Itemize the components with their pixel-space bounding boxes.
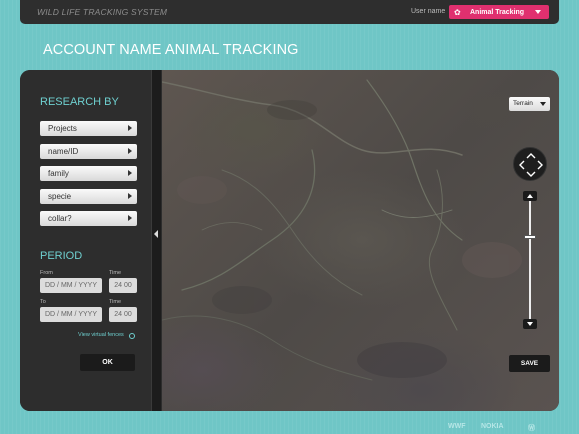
user-name-label: User name [411,8,446,15]
sidebar-collapse-handle[interactable] [151,70,161,411]
filter-projects-button[interactable]: Projects [40,121,137,136]
view-virtual-fences-link[interactable]: View virtual fences [78,332,124,338]
filter-collar-button[interactable]: collar? [40,211,137,226]
map-pan-control[interactable] [513,147,547,181]
user-account-select[interactable]: ✿ Animal Tracking [449,5,549,19]
zoom-slider[interactable] [523,191,537,329]
top-bar: WILD LIFE TRACKING SYSTEM User name ✿ An… [20,0,559,24]
nokia-logo: NOKIA [481,423,504,430]
filter-label: collar? [48,214,72,223]
chevron-right-icon [128,148,132,154]
arrow-down-icon [527,322,533,326]
time-to-field[interactable]: 24 00 [109,307,137,322]
user-select-value: Animal Tracking [470,8,525,16]
sidebar: RESEARCH BY Projects name/ID family spec… [20,70,151,411]
time-from-field[interactable]: 24 00 [109,278,137,293]
arrow-up-icon [527,194,533,198]
chevron-down-icon [540,102,546,106]
radio-circle-icon[interactable] [129,333,135,339]
terrain-texture [162,79,522,381]
partner-logo: Ⓦ [528,425,535,432]
filter-specie-button[interactable]: specie [40,189,137,204]
to-label: To [40,299,46,305]
chevron-right-icon [128,193,132,199]
filter-label: specie [48,192,72,201]
filter-label: name/ID [48,147,79,156]
zoom-track-bar [529,201,531,319]
time-from-label: Time [109,270,122,276]
ok-button[interactable]: OK [80,354,135,371]
chevron-right-icon [128,170,132,176]
app-title: WILD LIFE TRACKING SYSTEM [37,7,168,17]
zoom-in-button[interactable] [523,191,537,201]
chevron-right-icon [128,125,132,131]
period-title: PERIOD [40,250,83,262]
date-from-field[interactable]: DD / MM / YYYY [40,278,102,293]
filter-label: Projects [48,124,77,133]
zoom-slider-handle[interactable] [524,235,536,239]
satellite-map[interactable]: Terrain SAVE [162,70,559,411]
zoom-out-button[interactable] [523,319,537,329]
paw-icon: ✿ [454,7,461,17]
map-type-value: Terrain [513,100,533,107]
chevron-right-icon [128,215,132,221]
research-by-title: RESEARCH BY [40,96,119,108]
filter-label: family [48,169,69,178]
filter-family-button[interactable]: family [40,166,137,181]
save-button[interactable]: SAVE [509,355,550,372]
pan-arrows-icon [519,153,543,177]
chevron-left-icon [154,230,158,238]
main-panel: RESEARCH BY Projects name/ID family spec… [20,70,559,411]
page-title: ACCOUNT NAME ANIMAL TRACKING [43,42,299,58]
date-to-field[interactable]: DD / MM / YYYY [40,307,102,322]
time-to-label: Time [109,299,122,305]
wwf-logo: WWF [448,423,466,430]
filter-name-id-button[interactable]: name/ID [40,144,137,159]
from-label: From [40,270,53,276]
chevron-down-icon [535,10,541,14]
map-type-select[interactable]: Terrain [509,97,550,111]
